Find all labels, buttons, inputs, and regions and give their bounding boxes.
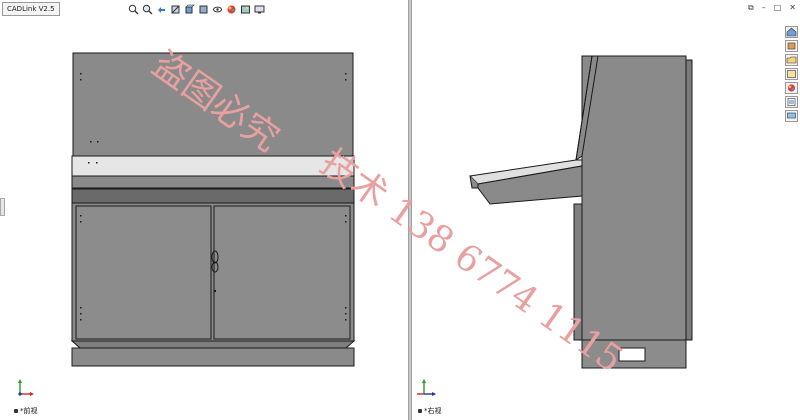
left-door [75, 205, 212, 340]
console-strip [71, 155, 355, 177]
cabinet-side [581, 55, 687, 369]
view-label-right-text: *右视 [424, 407, 442, 415]
base-vent [618, 347, 646, 362]
right-door [213, 205, 351, 340]
console-base-band [71, 175, 355, 189]
dark-band [71, 188, 355, 204]
viewport-front[interactable]: CADLink V2.5 *前视 [0, 0, 408, 420]
view-label-dot [418, 409, 422, 413]
view-label-front-text: *前视 [20, 407, 38, 415]
view-label-front: *前视 [14, 406, 38, 416]
coordinate-triad-icon [417, 379, 436, 396]
upper-panel [72, 52, 354, 157]
view-label-dot [14, 409, 18, 413]
front-view-drawing [70, 52, 356, 367]
view-label-right: *右视 [418, 406, 442, 416]
coordinate-triad-icon [18, 379, 34, 396]
plinth [71, 347, 355, 367]
right-view-drawing [468, 55, 693, 369]
viewport-right[interactable]: ⧉ – □ ✕ *右视 [412, 0, 800, 420]
